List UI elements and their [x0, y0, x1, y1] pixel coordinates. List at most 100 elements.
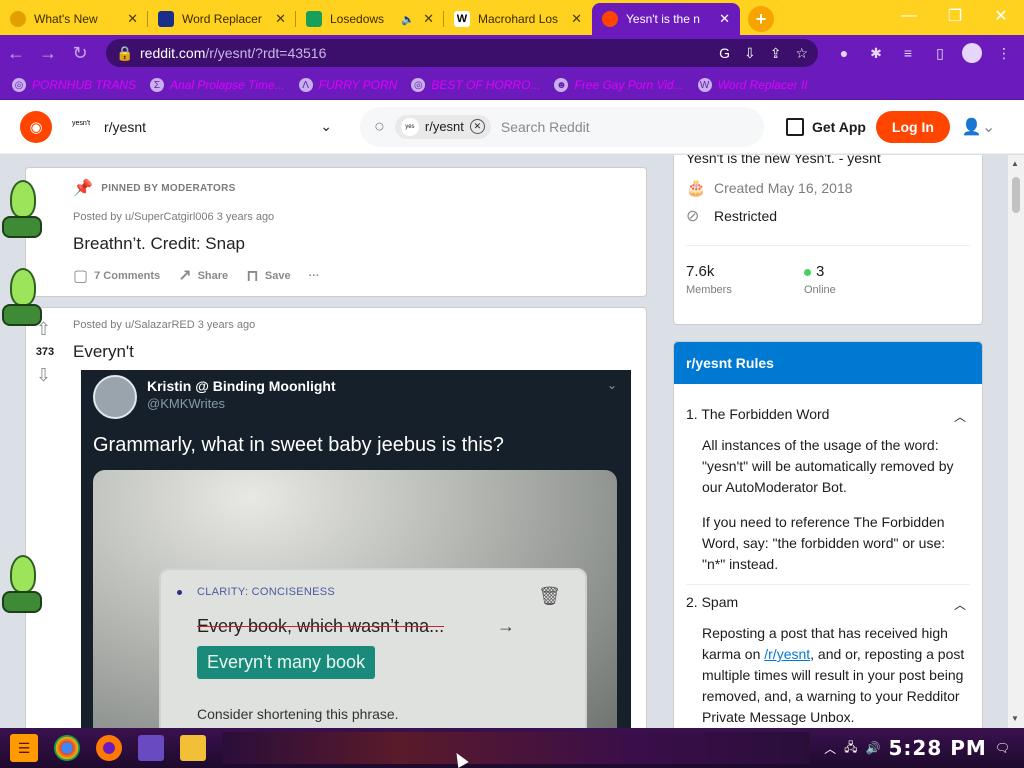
sheets-icon — [306, 11, 322, 27]
rules-card: r/yesnt Rules 1. The Forbidden Word ︿ Al… — [673, 341, 983, 728]
community-about-card: Yesn't is the new Yesn't. - yesnt 🎂 Crea… — [673, 155, 983, 325]
tab-whats-new[interactable]: What's New ✕ — [0, 3, 148, 35]
share-icon[interactable]: ⇪ — [770, 45, 782, 62]
character-sprite — [0, 555, 50, 615]
volume-icon[interactable]: 🔊 — [866, 741, 881, 755]
minimize-button[interactable]: — — [886, 0, 932, 32]
bookmark-item[interactable]: ☻ Free Gay Porn Vid... — [554, 78, 684, 92]
menu-icon[interactable]: ⋮ — [994, 43, 1014, 63]
post-image[interactable]: Kristin @ Binding Moonlight @KMKWrites ⌄… — [81, 370, 631, 728]
scroll-thumb[interactable] — [1012, 177, 1020, 213]
forward-icon[interactable]: → — [32, 39, 64, 67]
save-label: Save — [264, 270, 291, 282]
avatar — [93, 375, 137, 419]
new-tab-button[interactable]: + — [748, 6, 774, 32]
post-title[interactable]: Breathn’t. Credit: Snap — [73, 234, 245, 254]
sidepanel-icon[interactable]: ▯ — [930, 43, 950, 63]
pin-icon: 📌 — [73, 180, 94, 197]
tab-title: Yesn't is the n — [626, 12, 700, 26]
search-input[interactable]: Search Reddit — [501, 119, 590, 135]
lock-icon[interactable]: 🔒 — [116, 45, 133, 62]
chevron-up-icon[interactable]: ︿ — [954, 408, 966, 425]
chevron-up-icon[interactable]: ︿ — [954, 596, 966, 613]
network-icon[interactable]: 🖧 — [844, 738, 857, 759]
login-button[interactable]: Log In — [875, 110, 950, 143]
bookmark-item[interactable]: ◎ BEST OF HORRO... — [411, 78, 540, 92]
bookmark-label: BEST OF HORRO... — [431, 78, 541, 92]
eye-off-icon: ⊘ — [686, 208, 700, 225]
restore-button[interactable]: ❐ — [932, 0, 978, 32]
search-community-chip[interactable]: yes r/yesnt ✕ — [394, 114, 491, 139]
install-icon[interactable]: ⇩ — [744, 45, 756, 62]
post-meta[interactable]: Posted by u/SalazarRED 3 years ago — [73, 319, 255, 331]
get-app-button[interactable]: Get App — [786, 117, 866, 136]
start-button[interactable]: ☰ — [10, 734, 38, 762]
media-icon[interactable]: ≡ — [898, 43, 918, 63]
tab-macrohard[interactable]: W Macrohard Los ✕ — [444, 3, 592, 35]
reddit-logo-icon[interactable]: ◉ — [20, 110, 52, 143]
comments-button[interactable]: ▢ 7 Comments — [73, 266, 160, 286]
clear-icon[interactable]: ✕ — [469, 119, 485, 134]
close-icon[interactable]: ✕ — [275, 11, 286, 27]
scroll-up-icon[interactable]: ▲ — [1011, 159, 1019, 168]
clock[interactable]: 5:28 PM — [888, 736, 986, 760]
bookmark-icon: Σ — [150, 78, 165, 92]
close-window-button[interactable]: ✕ — [978, 0, 1024, 32]
post-title[interactable]: Everyn't — [73, 342, 134, 362]
bookmark-label: FURRY PORN — [318, 78, 398, 92]
reload-icon[interactable]: ↻ — [64, 39, 96, 67]
globe-icon: ◎ — [411, 78, 426, 92]
firefox-icon[interactable] — [96, 735, 122, 761]
profile-icon[interactable] — [962, 43, 982, 63]
post-card[interactable]: 📌 PINNED BY MODERATORS Posted by u/Super… — [25, 167, 647, 297]
rule-title[interactable]: 2. Spam — [686, 594, 738, 610]
bookmark-item[interactable]: W Word Replacer II — [697, 78, 808, 92]
puzzle-icon[interactable]: ✱ — [866, 43, 886, 63]
address-bar[interactable]: 🔒 reddit.com/r/yesnt/?rdt=43516 G ⇩ ⇪ ☆ — [106, 39, 818, 67]
app-icon[interactable] — [138, 735, 164, 761]
notification-icon[interactable]: 🗨 — [995, 741, 1010, 755]
chrome-icon[interactable] — [54, 735, 80, 761]
online-dot-icon — [804, 269, 811, 276]
rule-title[interactable]: 1. The Forbidden Word — [686, 406, 829, 422]
pinned-text: PINNED BY MODERATORS — [101, 182, 236, 194]
bookmark-item[interactable]: ◎ PORNHUB TRANS — [12, 78, 136, 92]
tab-word-replacer[interactable]: Word Replacer ✕ — [148, 3, 296, 35]
close-icon[interactable]: ✕ — [719, 11, 730, 27]
search-bar[interactable]: ○ yes r/yesnt ✕ Search Reddit — [360, 106, 764, 147]
downvote-icon[interactable]: ⇩ — [36, 365, 51, 386]
star-icon[interactable]: ☆ — [795, 45, 808, 62]
bookmark-item[interactable]: Σ Anal Prolapse Time... — [150, 78, 285, 92]
save-button[interactable]: ⊓ Save — [246, 266, 290, 286]
close-icon[interactable]: ✕ — [423, 11, 434, 27]
scrollbar[interactable]: ▲ ▼ — [1008, 155, 1024, 728]
back-icon[interactable]: ← — [0, 39, 32, 67]
extension-avatar-icon[interactable]: ● — [834, 43, 854, 63]
members-count: 7.6k — [686, 263, 715, 280]
bookmark-label: PORNHUB TRANS — [32, 78, 137, 92]
rule-body: If you need to reference The Forbidden W… — [702, 514, 946, 572]
tweet-text: Grammarly, what in sweet baby jeebus is … — [93, 434, 504, 456]
folder-icon[interactable] — [180, 735, 206, 761]
more-options-button[interactable]: ··· — [309, 270, 320, 282]
arrow-icon: Λ — [298, 78, 313, 92]
subreddit-link[interactable]: /r/yesnt — [764, 646, 810, 662]
share-button[interactable]: ↗ Share — [178, 266, 228, 286]
scroll-down-icon[interactable]: ▼ — [1011, 714, 1019, 723]
close-icon[interactable]: ✕ — [571, 11, 582, 27]
close-icon[interactable]: ✕ — [127, 11, 138, 27]
comment-icon: ▢ — [73, 268, 89, 285]
bookmark-icon: ☻ — [554, 78, 569, 92]
bookmark-item[interactable]: Λ FURRY PORN — [298, 78, 398, 92]
chevron-up-icon[interactable]: ︿ — [824, 740, 836, 757]
community-selector[interactable]: yesn't r/yesnt ⌄ — [72, 118, 332, 135]
post-meta[interactable]: Posted by u/SuperCatgirl006 3 years ago — [73, 211, 274, 223]
online-stat: 3 Online — [804, 263, 836, 296]
user-menu-icon[interactable]: 👤⌄ — [962, 117, 995, 137]
tab-yesnt[interactable]: Yesn't is the n ✕ — [592, 3, 740, 35]
speaker-icon[interactable]: 🔈 — [401, 13, 415, 26]
tab-losedows[interactable]: Losedows 🔈 ✕ — [296, 3, 444, 35]
google-icon[interactable]: G — [719, 45, 730, 62]
original-text: Every book, which wasn’t ma... — [197, 616, 445, 636]
tweet-photo: CLARITY: CONCISENESS 🗑 Every book, which… — [93, 470, 617, 728]
